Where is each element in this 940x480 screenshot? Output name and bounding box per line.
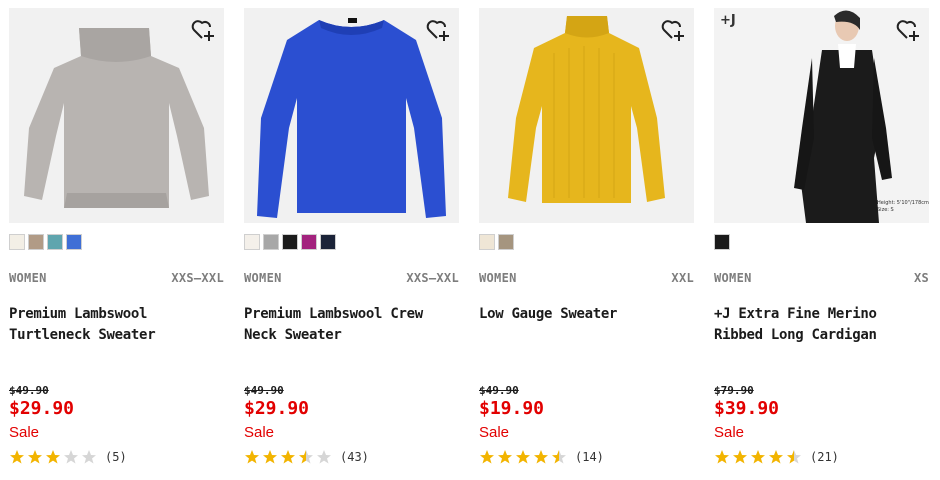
color-swatch[interactable] (244, 234, 260, 250)
star-icon (498, 450, 512, 464)
heart-plus-icon[interactable] (660, 17, 686, 43)
sale-price: $19.90 (479, 398, 545, 419)
stars-svg (715, 450, 801, 464)
star-rating (714, 449, 804, 465)
stars-svg (245, 450, 331, 464)
heart-plus-icon[interactable] (190, 17, 216, 43)
star-icon (10, 450, 24, 464)
original-price: $49.90 (479, 384, 519, 397)
color-swatch[interactable] (47, 234, 63, 250)
sale-badge: Sale (714, 424, 745, 441)
star-icon (28, 450, 42, 464)
color-swatch[interactable] (714, 234, 730, 250)
product-meta: WOMEN XXS–XXL (9, 271, 224, 285)
heart-plus-icon[interactable] (895, 17, 921, 43)
star-icon (281, 450, 295, 464)
size-range: XXS–XXL (171, 271, 224, 285)
original-price: $79.90 (714, 384, 754, 397)
sale-badge: Sale (479, 424, 510, 441)
model-height: Height: 5'10"/178cm (877, 200, 929, 206)
color-swatch[interactable] (66, 234, 82, 250)
star-rating (244, 449, 334, 465)
product-name[interactable]: Premium Lambswool Turtleneck Sweater (9, 304, 224, 346)
review-count[interactable]: (43) (340, 450, 369, 464)
star-icon (64, 450, 78, 464)
star-icon (534, 450, 548, 464)
star-icon (480, 450, 494, 464)
color-swatch[interactable] (498, 234, 514, 250)
color-swatches (479, 234, 514, 252)
star-icon (516, 450, 530, 464)
product-image[interactable] (479, 8, 694, 223)
sale-price: $39.90 (714, 398, 780, 419)
product-name[interactable]: +J Extra Fine Merino Ribbed Long Cardiga… (714, 304, 929, 346)
product-meta: WOMEN XXS–XXL (244, 271, 459, 285)
star-icon (552, 450, 566, 464)
size-range: XXL (671, 271, 694, 285)
stars-svg (10, 450, 96, 464)
product-meta: WOMEN XS (714, 271, 929, 285)
star-rating (479, 449, 569, 465)
rating: (43) (244, 449, 369, 465)
star-icon (787, 450, 801, 464)
review-count[interactable]: (21) (810, 450, 839, 464)
gender-label: WOMEN (479, 271, 517, 285)
product-card[interactable]: +J Height: 5'10"/178cm Size: S WOMEN XS … (714, 8, 929, 478)
size-range: XS (913, 271, 929, 285)
product-name[interactable]: Premium Lambswool Crew Neck Sweater (244, 304, 459, 346)
plus-j-tag: +J (720, 13, 736, 28)
color-swatch[interactable] (479, 234, 495, 250)
sale-price: $29.90 (9, 398, 75, 419)
product-card[interactable]: WOMEN XXS–XXL Premium Lambswool Crew Nec… (244, 8, 459, 478)
star-icon (769, 450, 783, 464)
star-icon (46, 450, 60, 464)
model-note: Height: 5'10"/178cm Size: S (877, 200, 929, 214)
color-swatch[interactable] (320, 234, 336, 250)
color-swatches (9, 234, 82, 252)
color-swatch[interactable] (263, 234, 279, 250)
color-swatch[interactable] (301, 234, 317, 250)
gender-label: WOMEN (714, 271, 752, 285)
product-card[interactable]: WOMEN XXL Low Gauge Sweater $49.90 $19.9… (479, 8, 694, 478)
product-image[interactable] (244, 8, 459, 223)
star-icon (299, 450, 313, 464)
star-icon (263, 450, 277, 464)
star-rating (9, 449, 99, 465)
rating: (14) (479, 449, 604, 465)
heart-plus-icon[interactable] (425, 17, 451, 43)
gender-label: WOMEN (9, 271, 47, 285)
color-swatches (714, 234, 730, 252)
rating: (5) (9, 449, 127, 465)
color-swatch[interactable] (28, 234, 44, 250)
review-count[interactable]: (14) (575, 450, 604, 464)
review-count[interactable]: (5) (105, 450, 127, 464)
sale-badge: Sale (9, 424, 40, 441)
star-icon (715, 450, 729, 464)
color-swatch[interactable] (9, 234, 25, 250)
original-price: $49.90 (244, 384, 284, 397)
star-icon (245, 450, 259, 464)
sale-price: $29.90 (244, 398, 310, 419)
stars-svg (480, 450, 566, 464)
model-size: Size: S (877, 207, 894, 213)
star-icon (733, 450, 747, 464)
product-card[interactable]: WOMEN XXS–XXL Premium Lambswool Turtlene… (9, 8, 224, 478)
product-image[interactable]: +J Height: 5'10"/178cm Size: S (714, 8, 929, 223)
product-meta: WOMEN XXL (479, 271, 694, 285)
sale-badge: Sale (244, 424, 275, 441)
star-icon (751, 450, 765, 464)
star-icon (82, 450, 96, 464)
original-price: $49.90 (9, 384, 49, 397)
color-swatch[interactable] (282, 234, 298, 250)
size-range: XXS–XXL (406, 271, 459, 285)
product-name[interactable]: Low Gauge Sweater (479, 304, 694, 325)
product-image[interactable] (9, 8, 224, 223)
gender-label: WOMEN (244, 271, 282, 285)
product-grid: WOMEN XXS–XXL Premium Lambswool Turtlene… (0, 0, 940, 480)
color-swatches (244, 234, 336, 252)
rating: (21) (714, 449, 839, 465)
star-icon (317, 450, 331, 464)
